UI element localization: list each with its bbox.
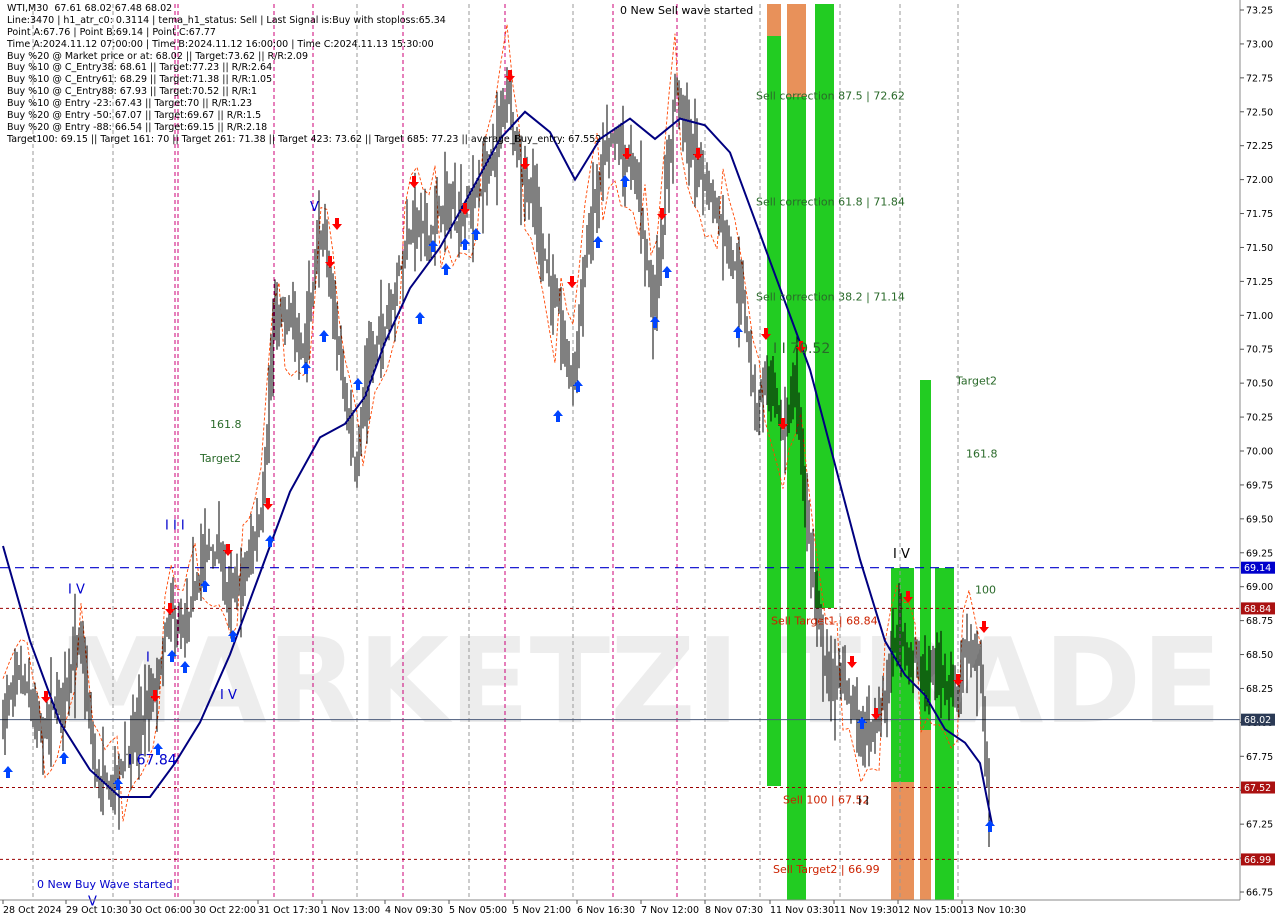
info-panel: WTI,M30 67.61 68.02 67.48 68.02 Line:3470…	[7, 3, 601, 146]
y-tick-label: 70.50	[1246, 379, 1273, 390]
y-tick-label: 72.50	[1246, 107, 1273, 118]
x-tick-label: 1 Nov 13:00	[322, 905, 380, 916]
y-tick-label: 71.00	[1246, 311, 1273, 322]
price-tag-label: 69.14	[1244, 563, 1271, 574]
chart-annotation: Sell correction 87.5 | 72.62	[756, 89, 905, 102]
chart-annotation: Target2	[955, 374, 997, 387]
y-tick-label: 68.50	[1246, 650, 1273, 661]
x-tick-label: 13 Nov 10:30	[962, 905, 1026, 916]
y-tick-label: 69.50	[1246, 514, 1273, 525]
x-tick-label: 4 Nov 09:30	[385, 905, 443, 916]
y-tick-label: 71.25	[1246, 277, 1273, 288]
info-line: Buy %20 @ Entry -50: 67.07 || Target:69.…	[7, 110, 262, 122]
x-tick-label: 12 Nov 15:00	[898, 905, 962, 916]
x-tick-label: 5 Nov 21:00	[513, 905, 571, 916]
y-tick-label: 73.00	[1246, 39, 1273, 50]
chart-annotation: 100	[975, 583, 996, 596]
x-tick-label: 31 Oct 17:30	[258, 905, 320, 916]
y-tick-label: 72.75	[1246, 73, 1273, 84]
chart-annotation: Sell correction 38.2 | 71.14	[756, 290, 905, 303]
chart-annotation: 0 New Buy Wave started	[37, 878, 173, 891]
price-tag-label: 68.84	[1244, 604, 1271, 615]
x-tick-label: 11 Nov 19:30	[834, 905, 898, 916]
info-line: Buy %20 @ Market price or at: 68.02 || T…	[7, 50, 309, 62]
y-tick-label: 71.75	[1246, 209, 1273, 220]
chart-annotation: I V	[68, 582, 85, 597]
chart-annotation: I I 70.52	[773, 341, 830, 357]
info-line: Line:3470 | h1_atr_c0: 0.3114 | tema_h1_…	[7, 14, 446, 26]
y-tick-label: 69.00	[1246, 582, 1273, 593]
info-line: WTI,M30 67.61 68.02 67.48 68.02	[7, 3, 173, 14]
y-tick-label: 66.75	[1246, 888, 1273, 899]
x-tick-label: 30 Oct 22:00	[194, 905, 256, 916]
y-tick-label: 70.25	[1246, 413, 1273, 424]
x-tick-label: 30 Oct 06:00	[130, 905, 192, 916]
zone-rect	[767, 4, 781, 36]
info-line: Time A:2024.11.12 07:00:00 | Time B:2024…	[7, 38, 434, 50]
info-line: Buy %10 @ C_Entry88: 67.93 || Target:70.…	[7, 86, 258, 98]
info-line: Buy %20 @ Entry -88: 66.54 || Target:69.…	[7, 121, 268, 133]
y-tick-label: 71.50	[1246, 243, 1273, 254]
chart-annotation: I V	[220, 688, 237, 703]
y-tick-label: 68.25	[1246, 684, 1273, 695]
y-tick-label: 67.75	[1246, 752, 1273, 763]
chart-annotation: V	[310, 200, 319, 215]
info-line: Buy %10 @ Entry -23: 67.43 || Target:70 …	[7, 98, 253, 110]
price-tag-label: 68.02	[1244, 715, 1271, 726]
y-tick-label: 69.75	[1246, 480, 1273, 491]
x-tick-label: 6 Nov 16:30	[577, 905, 635, 916]
x-tick-label: 7 Nov 12:00	[641, 905, 699, 916]
chart-frame: MARKETZI TRADE 0 New Sell wave started Se…	[0, 0, 1280, 920]
chart-annotation: I I I	[165, 519, 185, 534]
y-tick-label: 70.75	[1246, 345, 1273, 356]
x-tick-label: 8 Nov 07:30	[705, 905, 763, 916]
chart-annotation: Sell 100 | 67.52	[783, 794, 870, 807]
chart-annotation: I 67.84	[128, 752, 177, 768]
y-tick-label: 67.25	[1246, 820, 1273, 831]
y-tick-label: 69.25	[1246, 548, 1273, 559]
x-tick-label: 29 Oct 10:30	[66, 905, 128, 916]
info-line: Point A:67.76 | Point B:69.14 | Point C:…	[7, 26, 216, 38]
x-tick-label: 11 Nov 03:30	[770, 905, 834, 916]
zone-rect	[787, 4, 806, 97]
info-line: Buy %10 @ C_Entry38: 68.61 || Target:77.…	[7, 62, 273, 74]
zone-rect	[920, 730, 931, 900]
y-tick-label: 73.25	[1246, 6, 1273, 17]
chart-annotation: Sell Target2 | 66.99	[773, 863, 880, 876]
y-tick-label: 72.25	[1246, 141, 1273, 152]
y-tick-label: 68.75	[1246, 616, 1273, 627]
chart-annotation: 161.8	[966, 448, 998, 461]
info-line: Target100: 69.15 || Target 161: 70 || Ta…	[7, 133, 602, 145]
price-tag-label: 66.99	[1244, 855, 1271, 866]
chart-annotation: I	[146, 650, 150, 665]
x-tick-label: 5 Nov 05:00	[449, 905, 507, 916]
chart-annotation: 0 New Sell wave started	[620, 4, 753, 17]
chart-annotation: 161.8	[210, 418, 242, 431]
y-tick-label: 72.00	[1246, 175, 1273, 186]
chart-annotation: I V	[893, 547, 910, 562]
chart-annotation: I I	[858, 794, 869, 808]
x-tick-label: 28 Oct 2024	[3, 905, 62, 916]
chart-annotation: Sell correction 61.8 | 71.84	[756, 195, 905, 208]
chart-annotation: Sell Target1 | 68.84	[771, 615, 878, 628]
y-tick-label: 70.00	[1246, 447, 1273, 458]
zone-rect	[891, 782, 914, 900]
chart-annotation: Target2	[199, 452, 241, 465]
info-line: Buy %10 @ C_Entry61: 68.29 || Target:71.…	[7, 74, 273, 86]
price-tag-label: 67.52	[1244, 783, 1271, 794]
